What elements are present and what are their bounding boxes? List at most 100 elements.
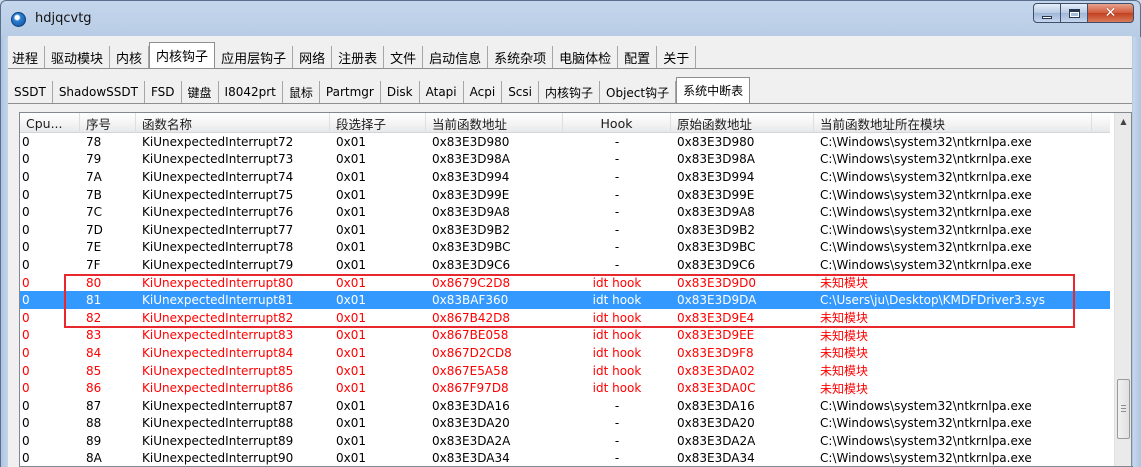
sub-tab-3[interactable]: 键盘: [182, 81, 219, 103]
table-row[interactable]: 0 84 KiUnexpectedInterrupt84 0x01 0x867D2CD8…: [20, 344, 1110, 362]
main-tab-5[interactable]: 网络: [293, 46, 333, 68]
cell-orig: 0x83E3D9E4: [677, 310, 755, 325]
cell-orig: 0x83E3DA34: [677, 451, 755, 466]
cell-cur: 0x83E3D9BC: [432, 240, 511, 255]
sub-tab-9[interactable]: Acpi: [464, 81, 503, 103]
sub-tab-10[interactable]: Scsi: [502, 81, 539, 103]
minimize-button[interactable]: [1033, 3, 1061, 23]
cell-orig: 0x83E3D9A8: [677, 205, 755, 220]
cell-hook: -: [614, 169, 620, 184]
sub-tab-1[interactable]: ShadowSSDT: [53, 81, 145, 103]
table-row[interactable]: 0 7F KiUnexpectedInterrupt79 0x01 0x83E3D9C6…: [20, 256, 1110, 274]
main-tab-11[interactable]: 配置: [618, 46, 658, 68]
table-row[interactable]: 0 7C KiUnexpectedInterrupt76 0x01 0x83E3D9A8…: [20, 203, 1110, 221]
table-row[interactable]: 0 7E KiUnexpectedInterrupt78 0x01 0x83E3D9BC…: [20, 239, 1110, 257]
maximize-button[interactable]: [1061, 3, 1088, 23]
main-tab-0[interactable]: 进程: [8, 46, 46, 68]
main-tab-4[interactable]: 应用层钩子: [215, 46, 294, 68]
cell-cpu: 0: [22, 222, 30, 237]
close-button[interactable]: ✕: [1088, 3, 1134, 23]
cell-cpu: 0: [22, 257, 30, 272]
table-row[interactable]: 0 88 KiUnexpectedInterrupt88 0x01 0x83E3DA20…: [20, 415, 1110, 433]
table-row[interactable]: 0 78 KiUnexpectedInterrupt72 0x01 0x83E3D980…: [20, 133, 1110, 151]
cell-name: KiUnexpectedInterrupt74: [142, 169, 294, 184]
cell-orig: 0x83E3D99E: [677, 187, 755, 202]
table-row[interactable]: 0 81 KiUnexpectedInterrupt81 0x01 0x83BAF360…: [20, 291, 1110, 309]
cell-sel: 0x01: [336, 240, 367, 255]
cell-orig: 0x83E3D9DA: [677, 293, 757, 308]
main-tab-2[interactable]: 内核: [110, 46, 150, 68]
sub-tab-11[interactable]: 内核钩子: [539, 81, 601, 103]
sub-tab-0[interactable]: SSDT: [8, 81, 53, 103]
table-row[interactable]: 0 80 KiUnexpectedInterrupt80 0x01 0x8679C2D8…: [20, 274, 1110, 292]
table-row[interactable]: 0 79 KiUnexpectedInterrupt73 0x01 0x83E3D98A…: [20, 151, 1110, 169]
sub-tab-6[interactable]: Partmgr: [320, 81, 381, 103]
column-header-hook[interactable]: Hook: [563, 113, 671, 133]
cell-name: KiUnexpectedInterrupt72: [142, 134, 294, 149]
cell-hook: -: [614, 187, 620, 202]
cell-module: C:\Windows\system32\ntkrnlpa.exe: [820, 152, 1032, 167]
scroll-up-arrow-icon[interactable]: ▲: [1115, 113, 1131, 130]
cell-name: KiUnexpectedInterrupt81: [142, 293, 294, 308]
column-header-idx[interactable]: 序号: [80, 113, 136, 133]
main-tab-9[interactable]: 系统杂项: [488, 46, 554, 68]
column-header-cur[interactable]: 当前函数地址: [426, 113, 563, 133]
table-row[interactable]: 0 85 KiUnexpectedInterrupt85 0x01 0x867E5A58…: [20, 362, 1110, 380]
cell-idx: 79: [86, 152, 102, 167]
cell-cur: 0x83BAF360: [432, 293, 509, 308]
cell-idx: 89: [86, 433, 102, 448]
cell-cur: 0x83E3DA34: [432, 451, 510, 466]
table-row[interactable]: 0 7A KiUnexpectedInterrupt74 0x01 0x83E3D994…: [20, 168, 1110, 186]
cell-hook: -: [614, 433, 620, 448]
table-row[interactable]: 0 86 KiUnexpectedInterrupt86 0x01 0x867F97D8…: [20, 379, 1110, 397]
main-tab-12[interactable]: 关于: [657, 46, 697, 68]
column-header-name[interactable]: 函数名称: [136, 113, 330, 133]
main-tab-1[interactable]: 驱动模块: [45, 46, 111, 68]
main-tab-10[interactable]: 电脑体检: [553, 46, 619, 68]
cell-cpu: 0: [22, 205, 30, 220]
scrollbar-grip: [1121, 405, 1126, 413]
main-tab-7[interactable]: 文件: [384, 46, 424, 68]
main-tab-8[interactable]: 启动信息: [423, 46, 489, 68]
cell-idx: 84: [86, 345, 102, 360]
cell-module: C:\Users\ju\Desktop\KMDFDriver3.sys: [820, 293, 1045, 308]
window-title: hdjqcvtg: [35, 11, 92, 26]
cell-idx: 7A: [86, 169, 102, 184]
interrupt-table[interactable]: Cpu... 序号 函数名称 段选择子 当前函数地址 Hook 原始函数地址 当前函数地址所在…: [19, 112, 1132, 467]
sub-tab-4[interactable]: I8042prt: [219, 81, 283, 103]
cell-sel: 0x01: [336, 257, 367, 272]
column-header-orig[interactable]: 原始函数地址: [671, 113, 814, 133]
table-row[interactable]: 0 82 KiUnexpectedInterrupt82 0x01 0x867B42D8…: [20, 309, 1110, 327]
sub-tab-2[interactable]: FSD: [145, 81, 182, 103]
table-row[interactable]: 0 7D KiUnexpectedInterrupt77 0x01 0x83E3D9B2…: [20, 221, 1110, 239]
table-row[interactable]: 0 87 KiUnexpectedInterrupt87 0x01 0x83E3DA16…: [20, 397, 1110, 415]
cell-sel: 0x01: [336, 205, 367, 220]
title-bar[interactable]: hdjqcvtg ✕: [1, 1, 1140, 37]
column-header-sel[interactable]: 段选择子: [330, 113, 426, 133]
column-header-cpu[interactable]: Cpu...: [20, 113, 80, 133]
table-row[interactable]: 0 8A KiUnexpectedInterrupt90 0x01 0x83E3DA34…: [20, 450, 1110, 466]
cell-orig: 0x83E3D994: [677, 169, 755, 184]
main-tab-3[interactable]: 内核钩子: [149, 42, 216, 68]
table-row[interactable]: 0 83 KiUnexpectedInterrupt83 0x01 0x867BE058…: [20, 327, 1110, 345]
cell-module: 未知模块: [820, 346, 869, 361]
sub-tab-8[interactable]: Atapi: [420, 81, 464, 103]
cell-module: 未知模块: [820, 328, 869, 343]
column-header-module[interactable]: 当前函数地址所在模块: [814, 113, 1092, 133]
vertical-scrollbar[interactable]: ▲: [1114, 113, 1131, 466]
cell-name: KiUnexpectedInterrupt87: [142, 398, 294, 413]
cell-sel: 0x01: [336, 398, 367, 413]
cell-idx: 87: [86, 398, 102, 413]
cell-name: KiUnexpectedInterrupt73: [142, 152, 294, 167]
cell-module: C:\Windows\system32\ntkrnlpa.exe: [820, 205, 1032, 220]
scrollbar-thumb[interactable]: [1117, 379, 1130, 439]
sub-tab-5[interactable]: 鼠标: [283, 81, 320, 103]
cell-module: C:\Windows\system32\ntkrnlpa.exe: [820, 169, 1032, 184]
table-row[interactable]: 0 89 KiUnexpectedInterrupt89 0x01 0x83E3DA2A…: [20, 432, 1110, 450]
main-tab-6[interactable]: 注册表: [332, 46, 385, 68]
sub-tab-12[interactable]: Object钩子: [600, 81, 677, 103]
sub-tab-13[interactable]: 系统中断表: [676, 77, 751, 103]
table-row[interactable]: 0 7B KiUnexpectedInterrupt75 0x01 0x83E3D99E…: [20, 186, 1110, 204]
cell-module: 未知模块: [820, 364, 869, 379]
sub-tab-7[interactable]: Disk: [381, 81, 420, 103]
